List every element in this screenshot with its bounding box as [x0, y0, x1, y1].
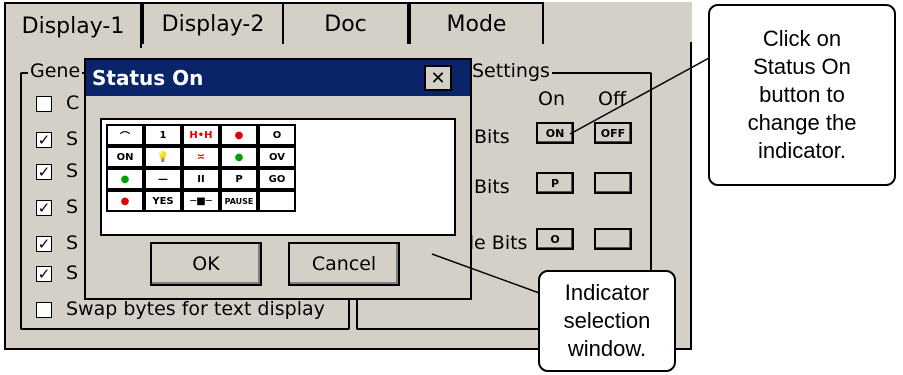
indicator-cell[interactable]: II	[182, 168, 220, 190]
tab-mode[interactable]: Mode	[409, 2, 544, 44]
tab-doc[interactable]: Doc	[284, 2, 409, 44]
indicator-cell[interactable]: ●	[220, 146, 258, 168]
swap-bytes-checkbox[interactable]	[36, 302, 52, 318]
status-off-button[interactable]: OFF	[594, 122, 632, 144]
callout-click-status-on: Click on Status On button to change the …	[708, 4, 896, 186]
settings-group-label: Settings	[470, 60, 552, 82]
cancel-button[interactable]: Cancel	[288, 242, 400, 286]
row-2-off-button[interactable]	[594, 172, 632, 194]
indicator-cell[interactable]: PAUSE	[220, 190, 258, 212]
checkbox-2-label: S	[66, 128, 79, 150]
checkbox-3[interactable]: ✓	[36, 164, 52, 180]
indicator-cell[interactable]: ON	[106, 146, 144, 168]
callout-indicator-selection: Indicator selection window.	[538, 270, 676, 372]
indicator-cell[interactable]: ●	[220, 124, 258, 146]
row-2-on-button[interactable]: P	[536, 172, 574, 194]
checkbox-6-label: S	[66, 262, 79, 284]
checkbox-4-label: S	[66, 196, 79, 218]
indicator-cell[interactable]: GO	[258, 168, 296, 190]
checkbox-3-label: S	[66, 160, 79, 182]
checkbox-1-label: C	[66, 92, 80, 114]
checkbox-5[interactable]: ✓	[36, 236, 52, 252]
checkbox-5-label: S	[66, 232, 79, 254]
tab-display-1[interactable]: Display-1	[4, 2, 142, 48]
checkbox-4[interactable]: ✓	[36, 200, 52, 216]
tab-display-2[interactable]: Display-2	[142, 2, 284, 44]
ok-button[interactable]: OK	[150, 242, 262, 286]
indicator-cell[interactable]: 1	[144, 124, 182, 146]
status-on-popup: Status On ✕ ⌒ 1 H•H ● O ON 💡 ≍ ● OV ● — …	[84, 58, 472, 300]
column-on-header: On	[538, 88, 565, 110]
indicator-cell[interactable]: ─■─	[182, 190, 220, 212]
row-2-label: Bits	[474, 176, 510, 198]
checkbox-6[interactable]: ✓	[36, 266, 52, 282]
indicator-cell[interactable]: P	[220, 168, 258, 190]
indicator-cell[interactable]: ≍	[182, 146, 220, 168]
column-off-header: Off	[598, 88, 627, 110]
row-1-label: Bits	[474, 126, 510, 148]
checkbox-1[interactable]	[36, 96, 52, 112]
row-3-off-button[interactable]	[594, 228, 632, 250]
close-icon[interactable]: ✕	[424, 65, 452, 91]
indicator-cell[interactable]: H•H	[182, 124, 220, 146]
indicator-cell[interactable]: —	[144, 168, 182, 190]
indicator-cell[interactable]: ●	[106, 190, 144, 212]
indicator-cell[interactable]: YES	[144, 190, 182, 212]
indicator-cell[interactable]: OV	[258, 146, 296, 168]
indicator-grid: ⌒ 1 H•H ● O ON 💡 ≍ ● OV ● — II P GO ● YE…	[100, 118, 456, 236]
indicator-cell[interactable]: O	[258, 124, 296, 146]
popup-title: Status On	[86, 60, 470, 96]
row-3-on-button[interactable]: O	[536, 228, 574, 250]
swap-bytes-label: Swap bytes for text display	[66, 298, 325, 320]
general-group-label: Gene	[28, 60, 83, 82]
indicator-cell[interactable]: 💡	[144, 146, 182, 168]
indicator-cell[interactable]: ⌒	[106, 124, 144, 146]
indicator-cell[interactable]: ●	[106, 168, 144, 190]
status-on-button[interactable]: ON	[536, 122, 574, 144]
indicator-cell[interactable]	[258, 190, 296, 212]
checkbox-2[interactable]: ✓	[36, 132, 52, 148]
